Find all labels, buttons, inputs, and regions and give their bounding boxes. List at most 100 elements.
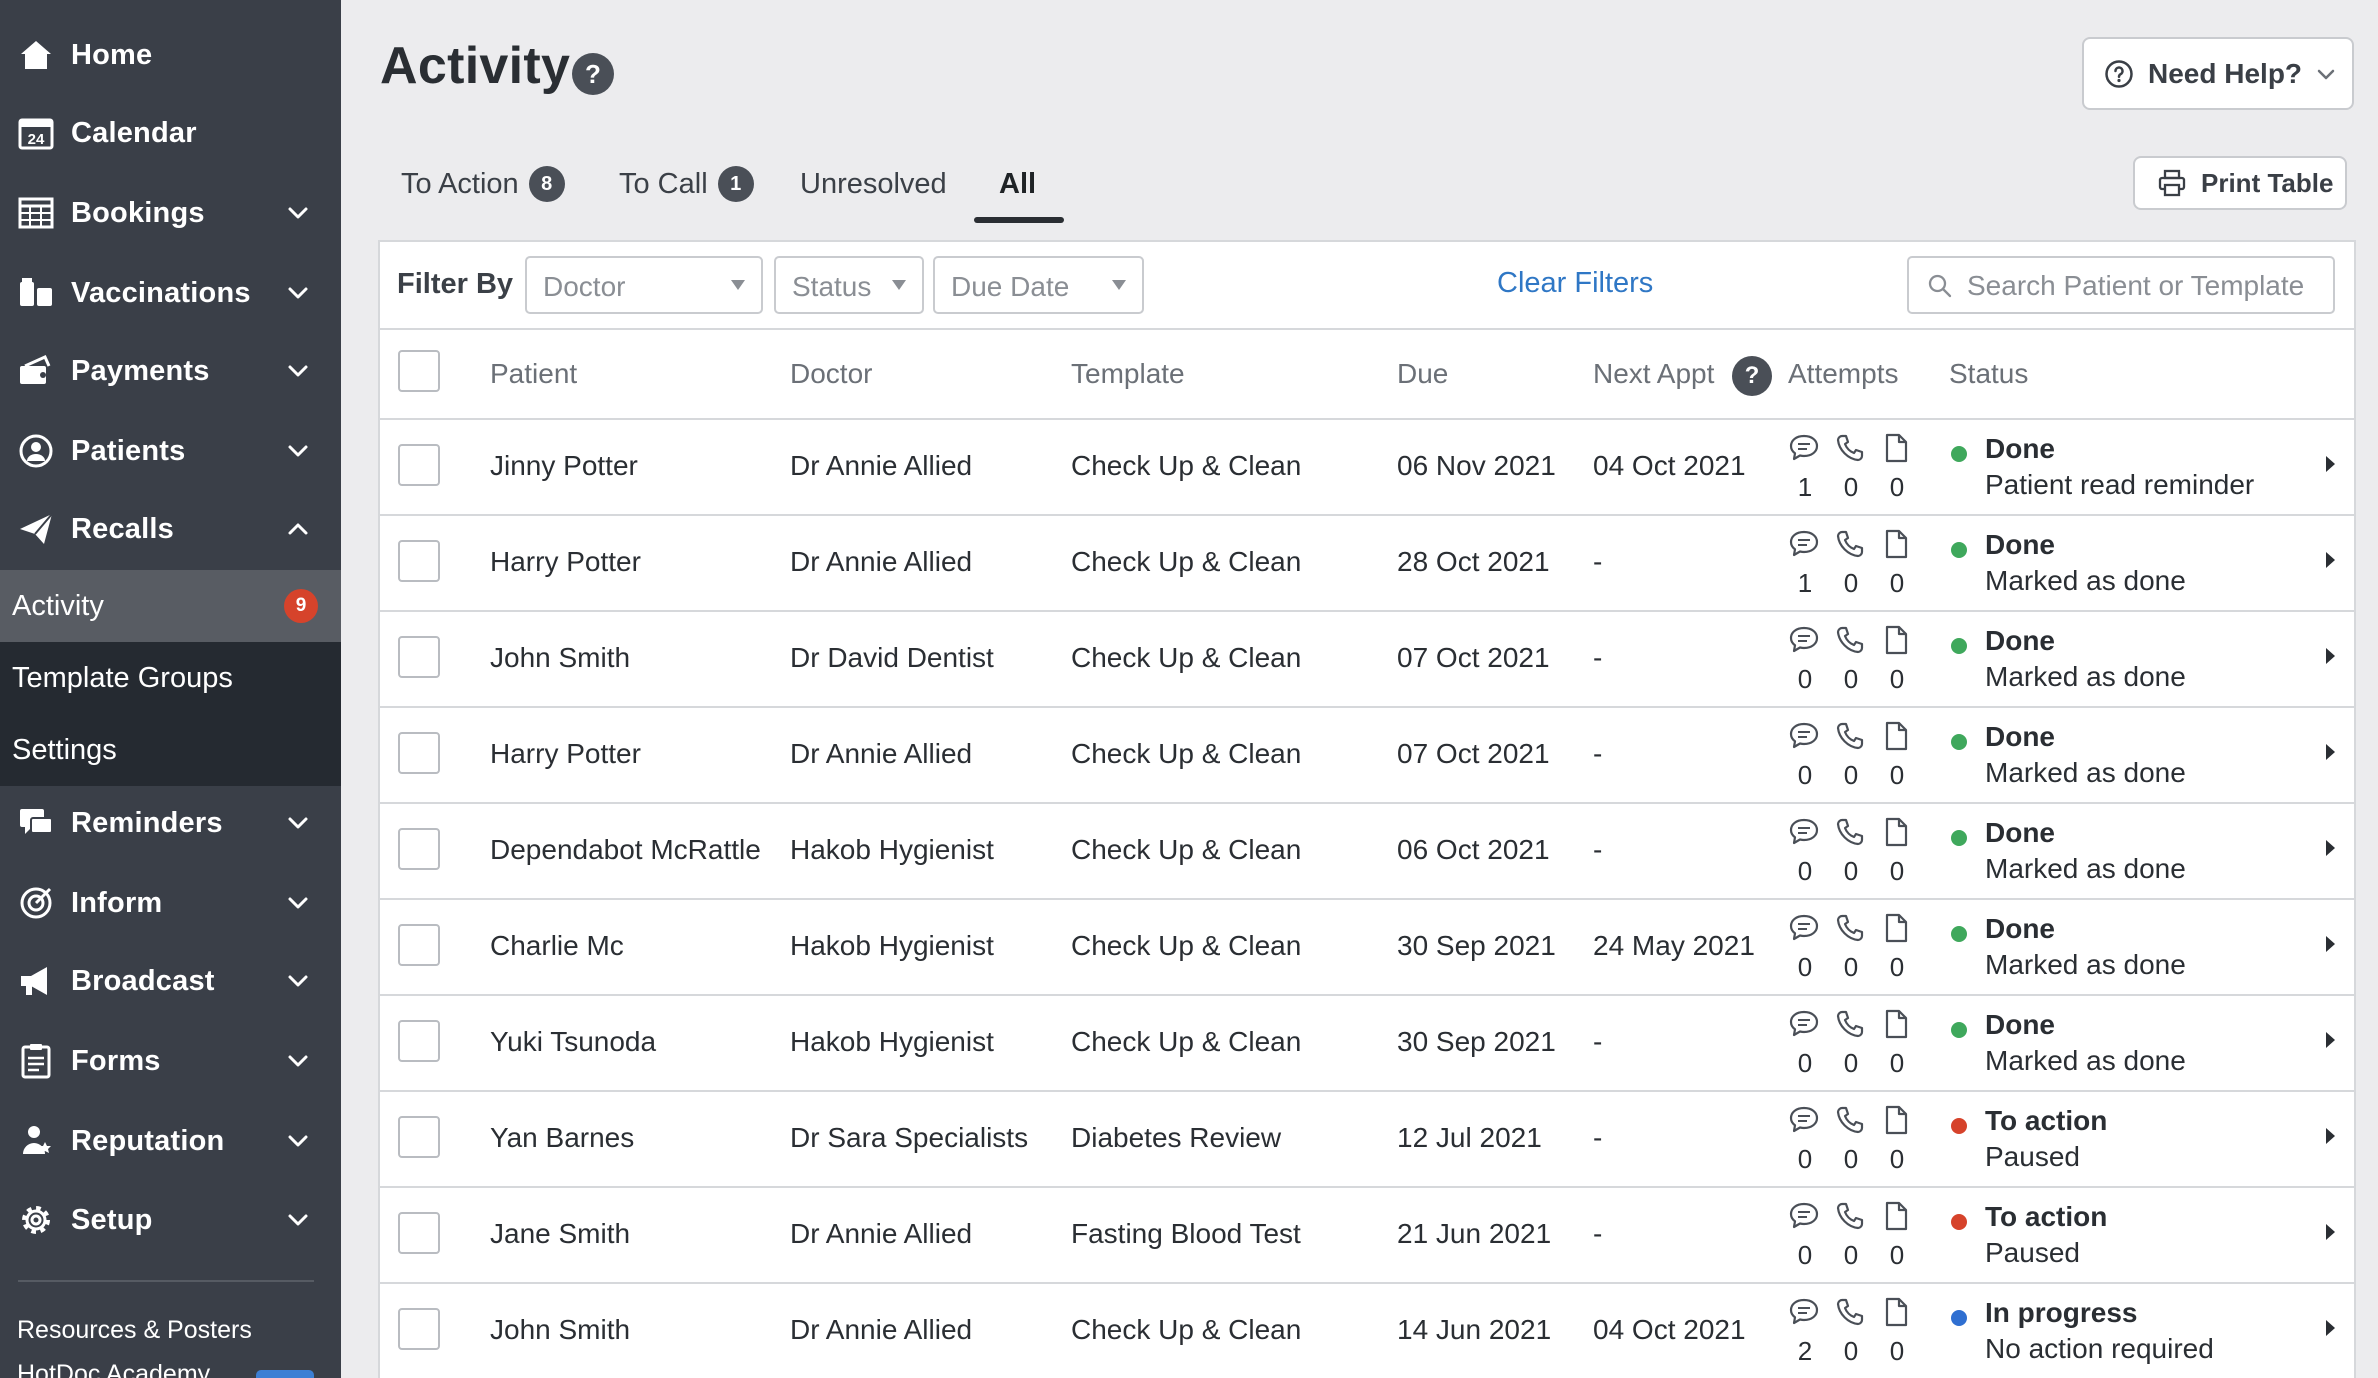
letter-attempts-count: 0 (1889, 856, 1905, 886)
sidebar-item-label: Home (71, 38, 153, 71)
tab-all[interactable]: All (999, 160, 1036, 208)
patient-cell: Jinny Potter (490, 450, 638, 481)
row-expand-arrow-icon[interactable] (2326, 1320, 2335, 1336)
column-header-patient[interactable]: Patient (490, 358, 577, 390)
sidebar-item-broadcast[interactable]: Broadcast (0, 949, 341, 1013)
hotdoc-academy-link[interactable]: HotDoc Academy (17, 1360, 210, 1378)
resources-posters-link[interactable]: Resources & Posters (17, 1316, 252, 1345)
status-select[interactable]: Status (774, 256, 924, 314)
call-attempts-count: 0 (1843, 568, 1859, 598)
patient-cell: Harry Potter (490, 546, 641, 577)
row-expand-arrow-icon[interactable] (2326, 744, 2335, 760)
column-header-attempts: Attempts (1788, 358, 1899, 389)
tab-unresolved[interactable]: Unresolved (800, 160, 947, 208)
chevron-down-icon (284, 1127, 312, 1155)
sidebar-item-recalls[interactable]: Recalls (0, 497, 341, 561)
row-checkbox[interactable] (398, 1116, 440, 1158)
phone-icon (1836, 818, 1864, 846)
tab-label: All (999, 167, 1037, 200)
row-checkbox[interactable] (398, 732, 440, 774)
sidebar-item-reputation[interactable]: Reputation (0, 1109, 341, 1173)
sidebar-item-setup[interactable]: Setup (0, 1188, 341, 1252)
template-cell: Check Up & Clean (1071, 1026, 1302, 1057)
table-row[interactable]: Yuki Tsunoda Hakob Hygienist Check Up & Cl… (380, 996, 2354, 1092)
due-date-cell: 30 Sep 2021 (1397, 930, 1556, 961)
row-checkbox[interactable] (398, 924, 440, 966)
row-expand-arrow-icon[interactable] (2326, 552, 2335, 568)
column-header-next-appt[interactable]: Next Appt (1593, 358, 1714, 390)
status-label: Done (1985, 721, 2055, 752)
sidebar-item-reminders[interactable]: Reminders (0, 791, 341, 855)
status-detail: Marked as done (1985, 757, 2186, 788)
tab-to-call[interactable]: To Call 1 (619, 160, 754, 208)
tab-to-action[interactable]: To Action 8 (401, 160, 565, 208)
subnav-item-activity[interactable]: Activity 9 (0, 570, 341, 642)
need-help-button[interactable]: Need Help? (2082, 37, 2354, 110)
column-header-status[interactable]: Status (1949, 358, 2028, 390)
select-all-checkbox[interactable] (398, 350, 440, 392)
row-expand-arrow-icon[interactable] (2326, 1128, 2335, 1144)
sidebar-item-bookings[interactable]: Bookings (0, 181, 341, 245)
row-expand-arrow-icon[interactable] (2326, 1224, 2335, 1240)
letter-attempts-count: 0 (1889, 568, 1905, 598)
table-row[interactable]: Harry Potter Dr Annie Allied Check Up & Cl… (380, 516, 2354, 612)
sidebar-item-vaccinations[interactable]: Vaccinations (0, 261, 341, 325)
table-row[interactable]: Jane Smith Dr Annie Allied Fasting Blood T… (380, 1188, 2354, 1284)
bookings-grid-icon (16, 193, 56, 233)
row-checkbox[interactable] (398, 1020, 440, 1062)
table-row[interactable]: Dependabot McRattle Hakob Hygienist Check … (380, 804, 2354, 900)
row-checkbox[interactable] (398, 828, 440, 870)
table-row[interactable]: Jinny Potter Dr Annie Allied Check Up & Cl… (380, 420, 2354, 516)
sidebar-item-calendar[interactable]: 24 Calendar (0, 101, 341, 165)
next-appt-cell: - (1593, 1122, 1603, 1153)
status-dot (1951, 638, 1967, 654)
sidebar-item-label: Recalls (71, 512, 174, 545)
letter-attempts-count: 0 (1889, 1336, 1905, 1366)
row-expand-arrow-icon[interactable] (2326, 936, 2335, 952)
document-icon (1885, 625, 1908, 655)
sidebar-item-patients[interactable]: Patients (0, 419, 341, 483)
doctor-cell: Dr Annie Allied (790, 450, 973, 481)
status-select-value: Status (792, 271, 872, 302)
due-date-cell: 21 Jun 2021 (1397, 1218, 1552, 1249)
forms-icon (16, 1041, 56, 1081)
table-row[interactable]: Harry Potter Dr Annie Allied Check Up & Cl… (380, 708, 2354, 804)
doctor-cell: Hakob Hygienist (790, 834, 994, 865)
sidebar-item-label: Calendar (71, 116, 197, 149)
subnav-item-template-groups[interactable]: Template Groups (0, 642, 341, 714)
doctor-select[interactable]: Doctor (525, 256, 763, 314)
row-checkbox[interactable] (398, 444, 440, 486)
attempt-icons (1788, 816, 1908, 850)
row-checkbox[interactable] (398, 636, 440, 678)
subnav-item-settings[interactable]: Settings (0, 714, 341, 786)
phone-icon (1836, 626, 1864, 654)
row-expand-arrow-icon[interactable] (2326, 648, 2335, 664)
status-label: Done (1985, 625, 2055, 656)
column-header-due[interactable]: Due (1397, 358, 1448, 390)
column-header-doctor[interactable]: Doctor (790, 358, 872, 390)
next-appt-help-icon[interactable]: ? (1732, 356, 1772, 396)
clear-filters-link[interactable]: Clear Filters (1497, 267, 1653, 300)
row-checkbox[interactable] (398, 540, 440, 582)
help-icon[interactable]: ? (572, 53, 614, 95)
row-checkbox[interactable] (398, 1308, 440, 1350)
row-checkbox[interactable] (398, 1212, 440, 1254)
table-row[interactable]: John Smith Dr David Dentist Check Up & Cle… (380, 612, 2354, 708)
row-expand-arrow-icon[interactable] (2326, 1032, 2335, 1048)
table-row[interactable]: Charlie Mc Hakob Hygienist Check Up & Clea… (380, 900, 2354, 996)
search-input[interactable] (1967, 268, 2327, 304)
column-header-template[interactable]: Template (1071, 358, 1185, 390)
doctor-cell: Hakob Hygienist (790, 930, 994, 961)
sidebar-item-inform[interactable]: Inform (0, 871, 341, 935)
table-row[interactable]: Yan Barnes Dr Sara Specialists Diabetes Re… (380, 1092, 2354, 1188)
chevron-down-icon (2317, 69, 2335, 79)
sidebar-item-home[interactable]: Home (0, 23, 341, 87)
attempt-icons (1788, 720, 1908, 754)
due-date-select[interactable]: Due Date (933, 256, 1144, 314)
sidebar-item-payments[interactable]: Payments (0, 339, 341, 403)
row-expand-arrow-icon[interactable] (2326, 456, 2335, 472)
sidebar-item-forms[interactable]: Forms (0, 1029, 341, 1093)
table-row[interactable]: John Smith Dr Annie Allied Check Up & Clea… (380, 1284, 2354, 1378)
print-table-button[interactable]: Print Table (2133, 156, 2347, 210)
row-expand-arrow-icon[interactable] (2326, 840, 2335, 856)
